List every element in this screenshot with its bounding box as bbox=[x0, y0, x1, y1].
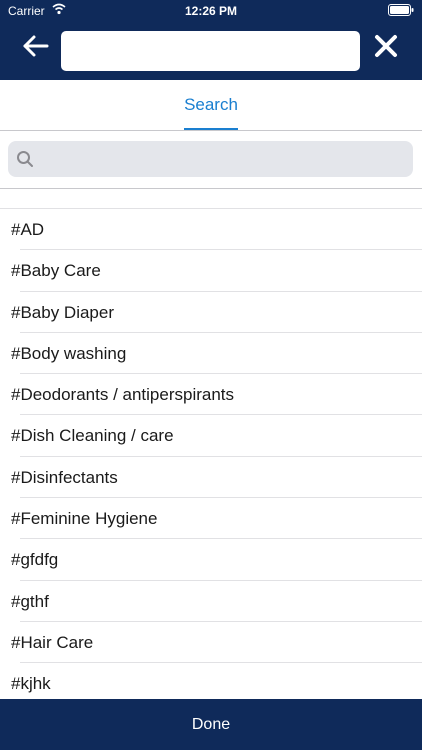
active-tab-indicator bbox=[184, 128, 238, 130]
search-input[interactable] bbox=[40, 141, 404, 179]
list-item[interactable]: #Baby Care bbox=[0, 250, 422, 292]
nav-search-input[interactable] bbox=[61, 31, 360, 71]
arrow-left-icon bbox=[23, 35, 49, 57]
list-item[interactable]: #gfdfg bbox=[0, 539, 422, 581]
status-bar: Carrier 12:26 PM bbox=[0, 0, 422, 22]
list-item[interactable]: #Dish Cleaning / care bbox=[0, 415, 422, 458]
close-button[interactable] bbox=[374, 34, 398, 58]
list-item[interactable]: #kjhk bbox=[0, 663, 422, 700]
status-time: 12:26 PM bbox=[184, 4, 238, 18]
tab-bar: Search bbox=[0, 80, 422, 131]
list-item[interactable]: #Deodorants / antiperspirants bbox=[0, 374, 422, 416]
list-item[interactable]: #Hair Care bbox=[0, 622, 422, 664]
done-button[interactable]: Done bbox=[0, 699, 422, 750]
top-navigation-bar: Carrier 12:26 PM bbox=[0, 0, 422, 80]
close-icon bbox=[375, 35, 397, 57]
list-item[interactable]: #AD bbox=[0, 209, 422, 251]
battery-icon bbox=[388, 4, 414, 19]
list-item[interactable]: #Disinfectants bbox=[0, 457, 422, 499]
list-item[interactable]: #Body washing bbox=[0, 333, 422, 375]
tab-search[interactable]: Search bbox=[0, 95, 422, 115]
list-item[interactable]: #Feminine Hygiene bbox=[0, 498, 422, 540]
search-icon bbox=[16, 150, 34, 168]
search-section bbox=[0, 131, 422, 189]
search-bar[interactable] bbox=[8, 141, 413, 179]
list-item[interactable]: #gthf bbox=[0, 581, 422, 623]
list-item[interactable]: #Baby Diaper bbox=[0, 292, 422, 334]
back-button[interactable] bbox=[22, 34, 50, 58]
category-list: #AD #Baby Care #Baby Diaper #Body washin… bbox=[0, 208, 422, 700]
